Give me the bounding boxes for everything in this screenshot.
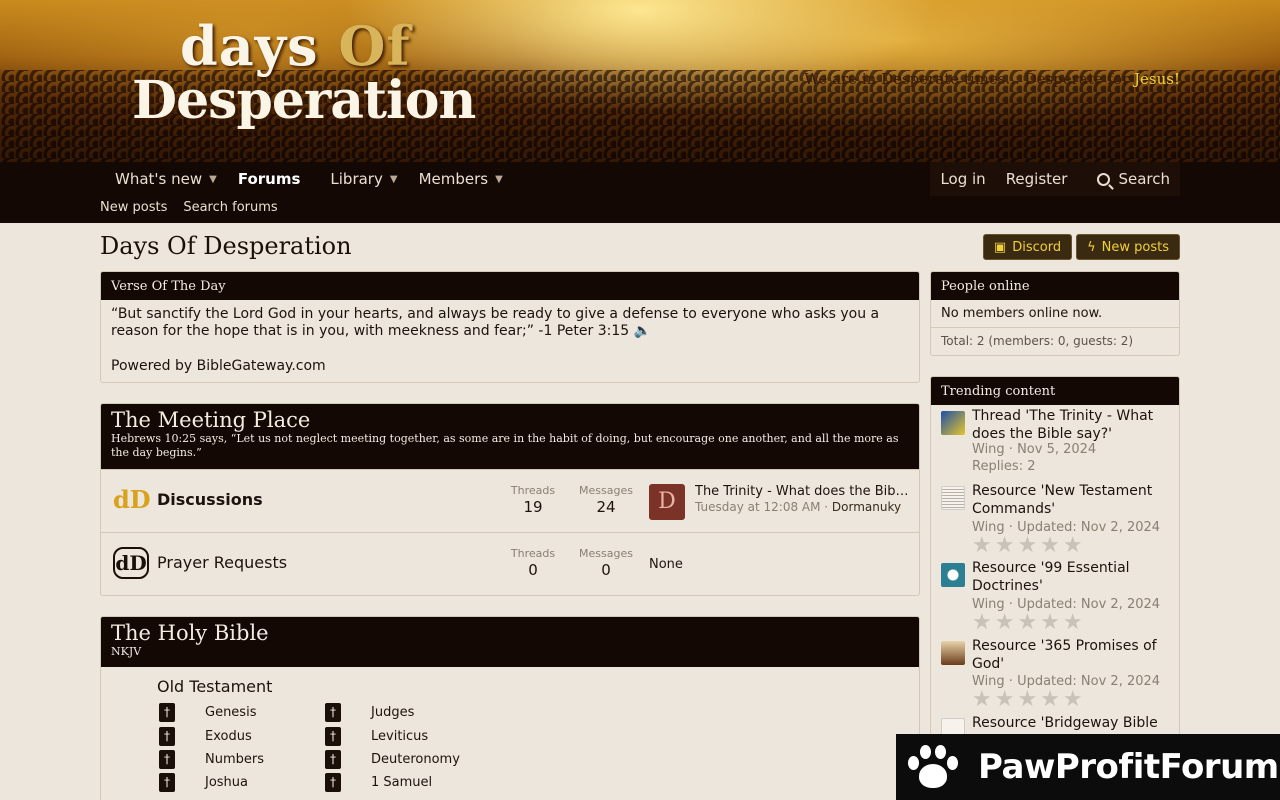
category-header: The Holy Bible NKJV bbox=[101, 617, 919, 667]
messages-stat: Messages 0 bbox=[579, 547, 633, 579]
trending-title-link[interactable]: Resource '365 Promises of God' bbox=[972, 637, 1172, 673]
widget-header: Trending content bbox=[931, 377, 1179, 405]
rating-stars: ★★★★★ bbox=[972, 610, 1086, 635]
logo-text-days: days Of bbox=[180, 14, 411, 78]
main-navigation: What's new ▼ Forums Library ▼ Members ▼ … bbox=[0, 162, 1280, 223]
trending-replies: Replies: 2 bbox=[972, 459, 1036, 474]
login-link[interactable]: Log in bbox=[930, 162, 995, 196]
category-meeting-place: The Meeting Place Hebrews 10:25 says, “L… bbox=[100, 403, 920, 596]
search-button[interactable]: Search bbox=[1087, 162, 1180, 196]
bible-icon: † bbox=[325, 773, 341, 792]
nav-library[interactable]: Library bbox=[315, 162, 397, 196]
discord-icon: ▣ bbox=[993, 239, 1007, 255]
bible-icon: † bbox=[159, 750, 175, 769]
threads-stat: Threads 0 bbox=[510, 547, 556, 579]
category-description: Hebrews 10:25 says, “Let us not neglect … bbox=[111, 432, 899, 459]
latest-thread-link[interactable]: The Trinity - What does the Bible say? bbox=[695, 484, 909, 499]
book-link-genesis[interactable]: † Genesis bbox=[159, 703, 256, 722]
nav-primary: What's new ▼ Forums Library ▼ Members ▼ bbox=[100, 162, 509, 196]
book-link-judges[interactable]: † Judges bbox=[325, 703, 414, 722]
book-link-exodus[interactable]: † Exodus bbox=[159, 727, 252, 746]
search-icon bbox=[1097, 172, 1111, 186]
forum-title[interactable]: Discussions bbox=[157, 490, 263, 509]
nav-secondary: New posts Search forums bbox=[100, 200, 294, 215]
audio-speaker-icon[interactable]: 🔈 bbox=[629, 323, 651, 339]
register-link[interactable]: Register bbox=[996, 162, 1078, 196]
category-title[interactable]: The Holy Bible bbox=[111, 621, 909, 645]
bible-icon: † bbox=[159, 703, 175, 722]
chevron-down-icon[interactable]: ▼ bbox=[390, 174, 398, 185]
nav-whats-new[interactable]: What's new bbox=[100, 162, 217, 196]
subnav-new-posts[interactable]: New posts bbox=[100, 200, 167, 215]
trending-title-link[interactable]: Resource 'Bridgeway Bible bbox=[972, 714, 1172, 732]
forum-title[interactable]: Prayer Requests bbox=[157, 553, 287, 572]
trending-title-link[interactable]: Resource '99 Essential Doctrines' bbox=[972, 559, 1172, 595]
nav-forums[interactable]: Forums bbox=[223, 162, 316, 196]
online-body: No members online now. bbox=[941, 306, 1103, 321]
thread-thumbnail[interactable] bbox=[941, 411, 965, 435]
trending-meta: Wing · Nov 5, 2024 bbox=[972, 442, 1097, 457]
widget-header[interactable]: People online bbox=[931, 272, 1179, 300]
book-link-1-samuel[interactable]: † 1 Samuel bbox=[325, 773, 432, 792]
bible-icon: † bbox=[325, 703, 341, 722]
threads-stat: Threads 19 bbox=[510, 484, 556, 516]
category-title[interactable]: The Meeting Place bbox=[111, 408, 909, 432]
forum-logo-icon: dD bbox=[113, 547, 149, 579]
rating-stars: ★★★★★ bbox=[972, 533, 1086, 558]
resource-thumbnail[interactable] bbox=[941, 486, 965, 510]
bible-icon: † bbox=[159, 727, 175, 746]
forum-node-discussions: dD Discussions Threads 19 Messages 24 D … bbox=[101, 469, 919, 532]
watermark-text: PawProfitForum bbox=[978, 747, 1279, 787]
verse-of-the-day-block: Verse Of The Day “But sanctify the Lord … bbox=[100, 271, 920, 383]
chevron-down-icon[interactable]: ▼ bbox=[209, 174, 217, 185]
latest-meta: Tuesday at 12:08 AM · Dormanuky bbox=[695, 500, 902, 514]
site-banner: days Of Desperation We are in Desperate … bbox=[0, 0, 1280, 162]
book-link-deuteronomy[interactable]: † Deuteronomy bbox=[325, 750, 460, 769]
resource-thumbnail[interactable] bbox=[941, 563, 965, 587]
bolt-icon: ϟ bbox=[1087, 239, 1096, 255]
book-link-leviticus[interactable]: † Leviticus bbox=[325, 727, 428, 746]
latest-none: None bbox=[649, 557, 683, 572]
old-testament-title: Old Testament bbox=[157, 677, 273, 696]
trending-title-link[interactable]: Thread 'The Trinity - What does the Bibl… bbox=[972, 407, 1172, 443]
trending-title-link[interactable]: Resource 'New Testament Commands' bbox=[972, 482, 1172, 518]
page-title: Days Of Desperation bbox=[100, 232, 352, 260]
chevron-down-icon[interactable]: ▼ bbox=[495, 174, 503, 185]
book-link-numbers[interactable]: † Numbers bbox=[159, 750, 264, 769]
verse-body: “But sanctify the Lord God in your heart… bbox=[101, 300, 919, 381]
site-tagline: We are in Desperate times... Desperate f… bbox=[804, 70, 1180, 88]
resource-thumbnail[interactable] bbox=[941, 641, 965, 665]
book-link-joshua[interactable]: † Joshua bbox=[159, 773, 248, 792]
bible-icon: † bbox=[325, 750, 341, 769]
people-online-widget: People online No members online now. Tot… bbox=[930, 271, 1180, 356]
page-actions: ▣ Discord ϟ New posts bbox=[982, 234, 1180, 260]
forum-logo-icon: dD bbox=[113, 485, 151, 514]
subnav-search-forums[interactable]: Search forums bbox=[183, 200, 277, 215]
verse-header: Verse Of The Day bbox=[101, 272, 919, 300]
category-header: The Meeting Place Hebrews 10:25 says, “L… bbox=[101, 404, 919, 469]
discord-button[interactable]: ▣ Discord bbox=[982, 234, 1073, 260]
logo-text-desperation: Desperation bbox=[132, 70, 476, 131]
messages-stat: Messages 24 bbox=[579, 484, 633, 516]
new-posts-button[interactable]: ϟ New posts bbox=[1076, 234, 1180, 260]
forum-node-prayer-requests: dD Prayer Requests Threads 0 Messages 0 … bbox=[101, 532, 919, 595]
paw-icon bbox=[906, 742, 962, 792]
nav-members[interactable]: Members bbox=[404, 162, 504, 196]
avatar[interactable]: D bbox=[649, 484, 685, 520]
powered-by-link[interactable]: Powered by BibleGateway.com bbox=[111, 358, 909, 375]
search-label: Search bbox=[1118, 170, 1170, 188]
bible-icon: † bbox=[159, 773, 175, 792]
latest-user-link[interactable]: Dormanuky bbox=[832, 500, 901, 514]
site-logo[interactable]: days Of Desperation bbox=[132, 14, 476, 140]
online-total: Total: 2 (members: 0, guests: 2) bbox=[931, 327, 1179, 354]
nav-account: Log in Register Search bbox=[930, 162, 1180, 196]
watermark-overlay: PawProfitForum bbox=[896, 734, 1280, 800]
bible-icon: † bbox=[325, 727, 341, 746]
category-description: NKJV bbox=[111, 645, 142, 658]
rating-stars: ★★★★★ bbox=[972, 687, 1086, 712]
category-holy-bible: The Holy Bible NKJV Old Testament † Genes… bbox=[100, 616, 920, 800]
verse-text: “But sanctify the Lord God in your heart… bbox=[111, 306, 880, 339]
